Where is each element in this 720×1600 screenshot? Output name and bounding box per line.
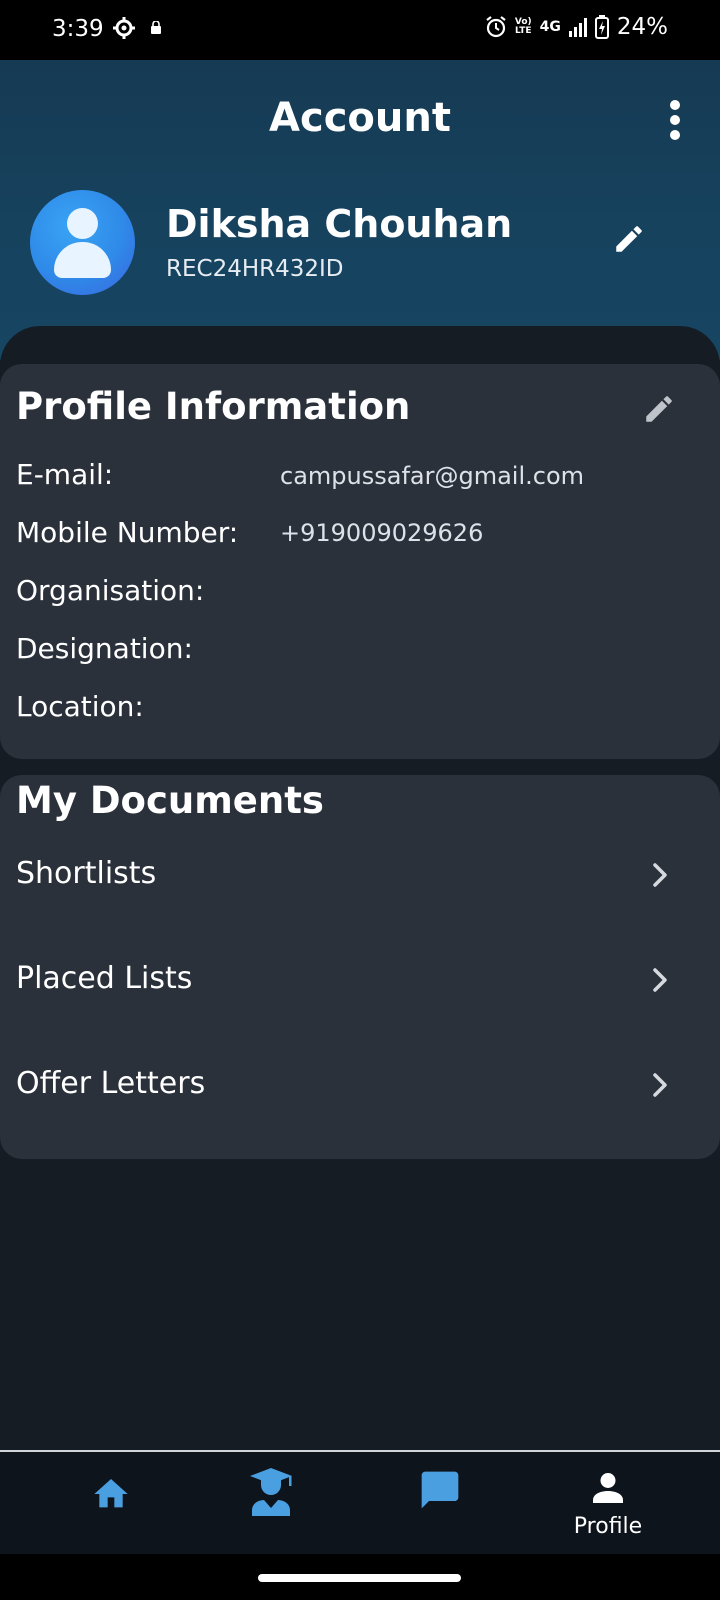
settings-gear-icon (113, 17, 135, 39)
avatar[interactable] (30, 190, 135, 295)
shortlists-label: Shortlists (16, 856, 157, 891)
alarm-icon (486, 16, 506, 38)
person-icon (593, 1473, 623, 1503)
bottom-navigation: Profile (0, 1450, 720, 1556)
avatar-head (67, 208, 98, 239)
list-item-placed-lists[interactable]: Placed Lists (0, 945, 720, 1015)
chevron-right-icon (653, 863, 667, 887)
home-gesture-handle[interactable] (258, 1574, 461, 1582)
nav-profile[interactable]: Profile (518, 1452, 698, 1556)
user-name: Diksha Chouhan (166, 202, 513, 246)
home-icon (94, 1479, 128, 1508)
chevron-right-icon (653, 968, 667, 992)
chevron-right-icon (653, 1073, 667, 1097)
status-indicators: Vo) LTE 4G 24% (485, 14, 668, 40)
edit-account-button[interactable] (612, 222, 646, 256)
chat-icon (421, 1471, 459, 1509)
nav-messages[interactable] (352, 1452, 532, 1556)
network-type: 4G (539, 19, 561, 35)
offer-letters-label: Offer Letters (16, 1066, 206, 1101)
avatar-body (54, 242, 111, 278)
notification-lock-icon (151, 21, 161, 34)
placed-lists-label: Placed Lists (16, 961, 193, 996)
list-item-shortlists[interactable]: Shortlists (0, 840, 720, 910)
page-title: Account (269, 95, 451, 141)
list-item-offer-letters[interactable]: Offer Letters (0, 1050, 720, 1120)
mobile-number-value: +919009029626 (280, 519, 484, 547)
status-bar: 3:39 Vo) LTE 4G 24% (0, 0, 720, 60)
my-documents-title: My Documents (16, 779, 324, 822)
designation-label: Designation: (16, 632, 193, 665)
organisation-label: Organisation: (16, 574, 205, 607)
nav-home[interactable] (20, 1452, 200, 1556)
email-label: E-mail: (16, 458, 114, 491)
more-vert-icon (670, 100, 680, 110)
battery-percent: 24% (616, 14, 668, 40)
email-value: campussafar@gmail.com (280, 462, 585, 490)
graduate-icon (250, 1468, 292, 1516)
volte-indicator: Vo) LTE (514, 17, 532, 36)
more-options-button[interactable] (660, 100, 690, 142)
nav-students[interactable] (186, 1452, 366, 1556)
signal-icon (568, 18, 587, 37)
user-id: REC24HR432ID (166, 256, 344, 282)
nav-profile-label: Profile (573, 1514, 643, 1539)
location-label: Location: (16, 690, 144, 723)
system-gesture-bar (0, 1554, 720, 1600)
mobile-number-label: Mobile Number: (16, 516, 239, 549)
profile-information-title: Profile Information (16, 385, 411, 428)
status-time: 3:39 (52, 16, 104, 42)
battery-charging-icon (594, 15, 609, 39)
edit-profile-button[interactable] (642, 392, 676, 426)
